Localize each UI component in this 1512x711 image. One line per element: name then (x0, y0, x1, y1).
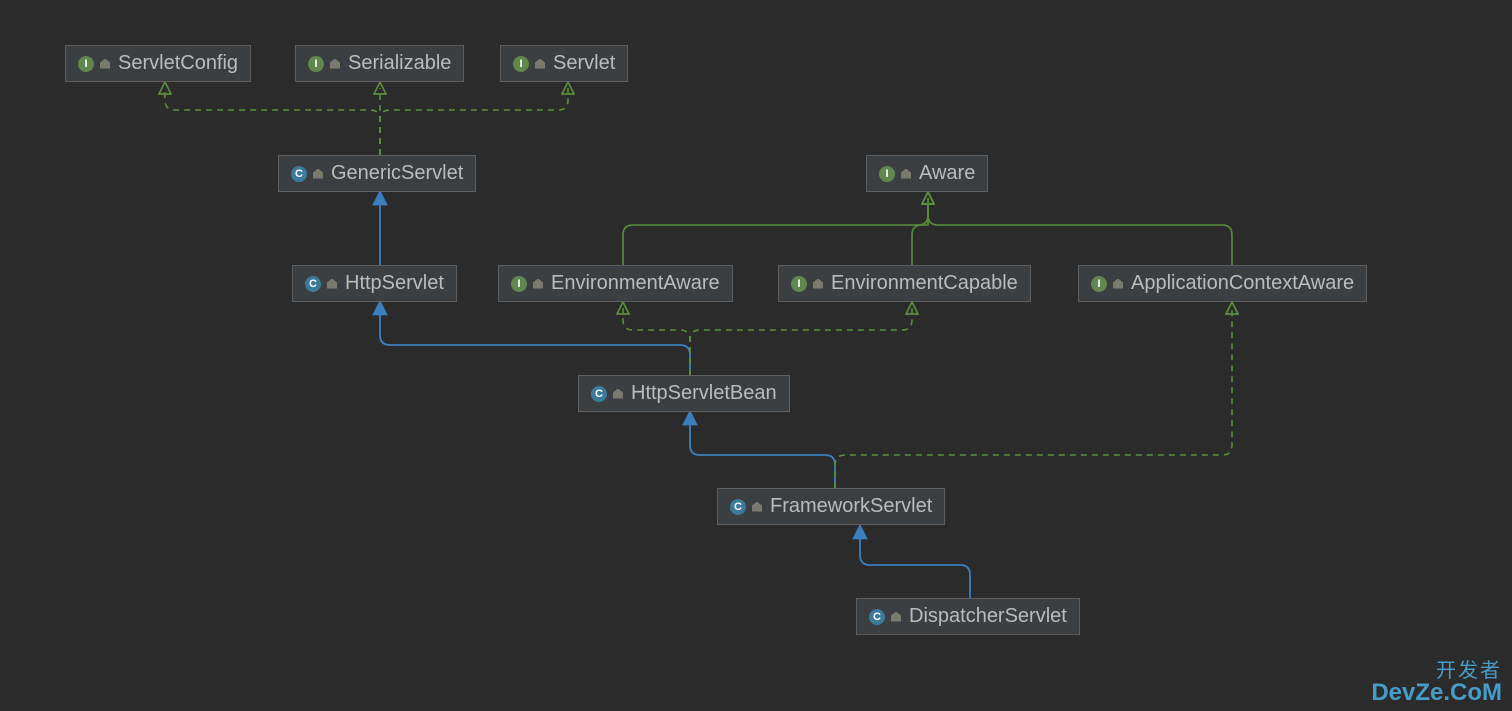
interface-icon: I (511, 276, 527, 292)
node-label: GenericServlet (331, 162, 463, 185)
node-genericservlet[interactable]: C GenericServlet (278, 155, 476, 192)
diagram-connectors (0, 0, 1512, 711)
node-label: ApplicationContextAware (1131, 272, 1354, 295)
interface-icon: I (78, 56, 94, 72)
interface-icon: I (513, 56, 529, 72)
abstract-class-icon: C (730, 499, 746, 515)
node-servlet[interactable]: I Servlet (500, 45, 628, 82)
node-label: HttpServlet (345, 272, 444, 295)
lock-icon (901, 169, 911, 179)
node-label: Servlet (553, 52, 615, 75)
node-httpservlet[interactable]: C HttpServlet (292, 265, 457, 302)
lock-icon (535, 59, 545, 69)
lock-icon (327, 279, 337, 289)
lock-icon (533, 279, 543, 289)
node-label: ServletConfig (118, 52, 238, 75)
node-aware[interactable]: I Aware (866, 155, 988, 192)
lock-icon (613, 389, 623, 399)
node-label: FrameworkServlet (770, 495, 932, 518)
node-applicationcontextaware[interactable]: I ApplicationContextAware (1078, 265, 1367, 302)
interface-icon: I (791, 276, 807, 292)
abstract-class-icon: C (291, 166, 307, 182)
lock-icon (313, 169, 323, 179)
node-dispatcherservlet[interactable]: C DispatcherServlet (856, 598, 1080, 635)
watermark-line2: DevZe.CoM (1371, 681, 1502, 705)
node-frameworkservlet[interactable]: C FrameworkServlet (717, 488, 945, 525)
lock-icon (100, 59, 110, 69)
lock-icon (752, 502, 762, 512)
interface-icon: I (1091, 276, 1107, 292)
node-label: EnvironmentCapable (831, 272, 1018, 295)
node-label: HttpServletBean (631, 382, 777, 405)
node-label: Aware (919, 162, 975, 185)
node-httpservletbean[interactable]: C HttpServletBean (578, 375, 790, 412)
lock-icon (330, 59, 340, 69)
interface-icon: I (308, 56, 324, 72)
abstract-class-icon: C (591, 386, 607, 402)
node-environmentaware[interactable]: I EnvironmentAware (498, 265, 733, 302)
lock-icon (813, 279, 823, 289)
node-label: DispatcherServlet (909, 605, 1067, 628)
lock-icon (891, 612, 901, 622)
node-label: EnvironmentAware (551, 272, 720, 295)
node-environmentcapable[interactable]: I EnvironmentCapable (778, 265, 1031, 302)
lock-icon (1113, 279, 1123, 289)
node-servletconfig[interactable]: I ServletConfig (65, 45, 251, 82)
node-label: Serializable (348, 52, 451, 75)
class-icon: C (869, 609, 885, 625)
watermark-line1: 开发者 (1371, 661, 1502, 681)
interface-icon: I (879, 166, 895, 182)
node-serializable[interactable]: I Serializable (295, 45, 464, 82)
watermark: 开发者 DevZe.CoM (1371, 661, 1502, 705)
abstract-class-icon: C (305, 276, 321, 292)
